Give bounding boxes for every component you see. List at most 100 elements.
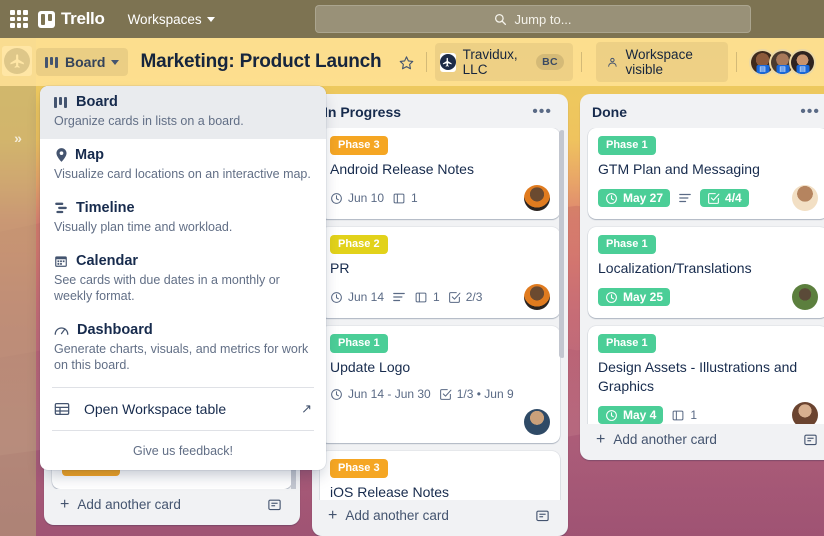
label-chip[interactable]: Phase 1 xyxy=(598,334,656,353)
card-title: Update Logo xyxy=(330,358,550,377)
card-badges: May 25 xyxy=(598,284,818,310)
calendar-icon xyxy=(54,254,68,268)
chevron-down-icon xyxy=(207,17,215,22)
label-chip[interactable]: Phase 1 xyxy=(598,136,656,155)
menu-divider-2 xyxy=(52,430,314,431)
clock-icon xyxy=(605,192,618,205)
list-actions-icon[interactable]: ••• xyxy=(796,106,824,118)
workspace-name: Travidux, LLC xyxy=(463,47,529,77)
due-date-badge[interactable]: May 4 xyxy=(598,406,663,424)
add-card-label: Add another card xyxy=(77,497,181,512)
checklist-count: 4/4 xyxy=(725,191,742,205)
board-view-switcher-button[interactable]: Board xyxy=(36,48,128,76)
checklist-count: 1/3 • Jun 9 xyxy=(457,387,514,401)
star-outline-icon[interactable] xyxy=(395,49,417,75)
list-title[interactable]: Done xyxy=(592,104,627,120)
card-labels: Phase 1 xyxy=(598,235,818,254)
trello-home-link[interactable]: Trello xyxy=(38,9,105,29)
card-labels: Phase 1 xyxy=(330,334,550,353)
header-divider xyxy=(426,52,427,72)
brand-name: Trello xyxy=(61,9,105,29)
description-icon xyxy=(392,291,406,303)
menu-item-label: Dashboard xyxy=(77,322,153,338)
avatar[interactable] xyxy=(792,185,818,211)
list-item[interactable]: Phase 1 GTM Plan and Messaging May 27 xyxy=(588,128,824,219)
search-input[interactable]: Jump to... xyxy=(315,5,751,33)
chevron-down-icon xyxy=(111,60,119,65)
give-feedback-link[interactable]: Give us feedback! xyxy=(40,435,326,468)
map-pin-icon xyxy=(54,148,67,162)
label-chip[interactable]: Phase 2 xyxy=(330,235,388,254)
card-title: iOS Release Notes xyxy=(330,483,550,500)
app-switcher-icon[interactable] xyxy=(10,10,28,28)
page-title[interactable]: Marketing: Product Launch xyxy=(140,51,381,73)
attachment-badge: 1 xyxy=(671,408,697,422)
due-date-badge[interactable]: May 27 xyxy=(598,189,670,207)
list-actions-icon[interactable]: ••• xyxy=(528,106,556,118)
workspace-visible-icon xyxy=(606,55,619,70)
checklist-icon xyxy=(707,192,720,205)
avatar[interactable] xyxy=(524,185,550,211)
open-workspace-table-button[interactable]: Open Workspace table ↗ xyxy=(40,392,326,426)
add-card-button[interactable]: + Add another card xyxy=(588,424,824,456)
list-item[interactable]: Phase 1 Design Assets - Illustrations an… xyxy=(588,326,824,424)
label-chip[interactable]: Phase 3 xyxy=(330,136,388,155)
card-template-icon[interactable] xyxy=(267,497,282,512)
list-item[interactable]: Phase 2 PR Jun 14 xyxy=(320,227,560,318)
expand-sidebar-button[interactable]: » xyxy=(8,128,28,148)
avatar[interactable] xyxy=(524,284,550,310)
list-scrollbar[interactable] xyxy=(559,130,564,358)
due-date-badge[interactable]: Jun 14 xyxy=(330,290,384,304)
due-date-badge[interactable]: Jun 14 - Jun 30 xyxy=(330,387,431,401)
list-item[interactable]: Phase 3 Android Release Notes Jun 10 xyxy=(320,128,560,219)
list-item[interactable]: Phase 3 iOS Release Notes Jun 18 xyxy=(320,451,560,500)
search-icon xyxy=(494,13,507,26)
checklist-icon xyxy=(448,291,461,304)
workspaces-menu-button[interactable]: Workspaces xyxy=(121,7,222,32)
card-template-icon[interactable] xyxy=(803,432,818,447)
workspace-badge: BC xyxy=(536,54,564,70)
airplane-logo-icon xyxy=(440,53,456,72)
list-title[interactable]: In Progress xyxy=(324,104,401,120)
timeline-icon xyxy=(54,202,68,215)
menu-item-board[interactable]: Board Organize cards in lists on a board… xyxy=(40,86,326,139)
trello-app: Trello Workspaces Jump to... » xyxy=(0,0,824,536)
add-card-label: Add another card xyxy=(345,508,449,523)
due-date-text: Jun 10 xyxy=(348,191,384,205)
add-card-button[interactable]: + Add another card xyxy=(52,489,292,521)
menu-item-calendar[interactable]: Calendar See cards with due dates in a m… xyxy=(40,245,326,314)
trello-logo-icon xyxy=(38,11,55,28)
add-card-button[interactable]: + Add another card xyxy=(320,500,560,532)
board-visibility-button[interactable]: Workspace visible xyxy=(596,42,728,82)
menu-item-map[interactable]: Map Visualize card locations on an inter… xyxy=(40,139,326,192)
header-divider-3 xyxy=(736,52,737,72)
card-title: Android Release Notes xyxy=(330,160,550,179)
label-chip[interactable]: Phase 1 xyxy=(330,334,388,353)
due-date-badge[interactable]: May 25 xyxy=(598,288,670,306)
avatar[interactable] xyxy=(524,409,550,435)
list-item[interactable]: Phase 1 Update Logo Jun 14 - Jun 30 xyxy=(320,326,560,443)
avatar[interactable] xyxy=(792,284,818,310)
list-header: Done ••• xyxy=(584,102,824,128)
menu-item-description: Generate charts, visuals, and metrics fo… xyxy=(54,341,312,373)
menu-item-timeline[interactable]: Timeline Visually plan time and workload… xyxy=(40,192,326,245)
list-header: In Progress ••• xyxy=(316,102,564,128)
menu-item-description: Organize cards in lists on a board. xyxy=(54,113,312,129)
attachment-count: 1 xyxy=(411,191,418,205)
avatar[interactable]: ▤ xyxy=(789,49,816,76)
dashboard-gauge-icon xyxy=(54,324,69,337)
workspace-button[interactable]: Travidux, LLC BC xyxy=(435,43,573,81)
list-cards: Phase 3 Android Release Notes Jun 10 xyxy=(316,128,564,500)
list-column: In Progress ••• Phase 3 Android Release … xyxy=(312,94,568,536)
arrow-up-right-icon: ↗ xyxy=(301,401,312,417)
global-navigation-bar: Trello Workspaces Jump to... xyxy=(0,0,824,38)
label-chip[interactable]: Phase 1 xyxy=(598,235,656,254)
label-chip[interactable]: Phase 3 xyxy=(330,459,388,478)
avatar[interactable] xyxy=(792,402,818,424)
card-template-icon[interactable] xyxy=(535,508,550,523)
board-header: Board Marketing: Product Launch Travidux… xyxy=(0,38,824,86)
list-item[interactable]: Phase 1 Localization/Translations May 25 xyxy=(588,227,824,318)
menu-item-dashboard[interactable]: Dashboard Generate charts, visuals, and … xyxy=(40,314,326,383)
cover-image-icon xyxy=(671,409,685,422)
due-date-badge[interactable]: Jun 10 xyxy=(330,191,384,205)
